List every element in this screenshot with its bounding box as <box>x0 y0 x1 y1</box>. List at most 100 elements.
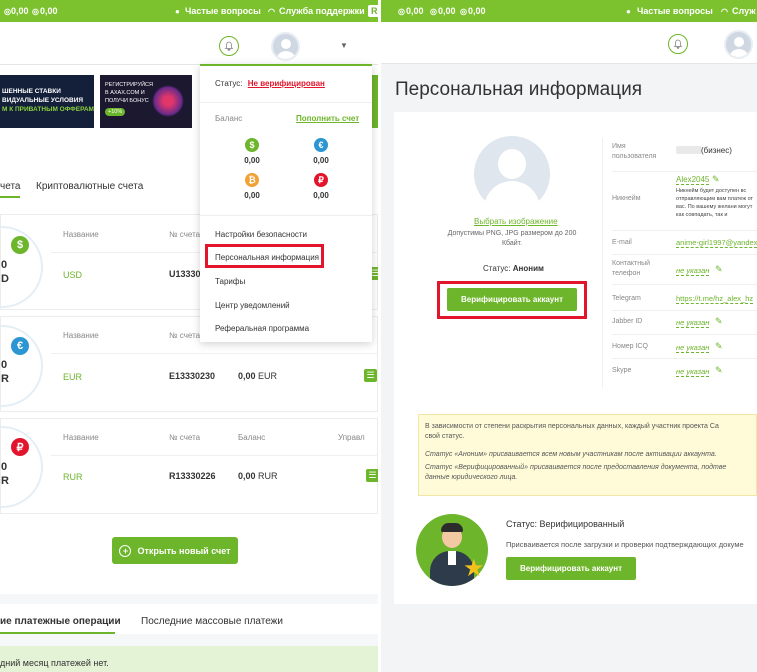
avatar[interactable] <box>271 32 300 61</box>
verify-account-button-2[interactable]: Верифицировать аккаунт <box>506 557 636 580</box>
balance-value: 0,00 <box>313 191 329 200</box>
bottom-tabs: ие платежные операции Последние массовые… <box>0 604 380 634</box>
highlight-box-personal-info <box>205 244 324 268</box>
tab-active-underline <box>0 632 115 634</box>
chevron-down-icon[interactable]: ▼ <box>340 41 348 50</box>
menu-item-security[interactable]: Настройки безопасности <box>215 230 307 239</box>
status-label: Статус: <box>483 264 511 273</box>
field-label: Никнейм <box>612 195 641 202</box>
manage-label: Управл <box>338 433 365 442</box>
status-line: Статус: Аноним <box>483 264 544 273</box>
tab-payment-operations[interactable]: ие платежные операции <box>0 616 121 627</box>
banner-private-offers[interactable]: ШЕННЫЕ СТАВКИ ВИДУАЛЬНЫЕ УСЛОВИЯ М К ПРИ… <box>0 75 94 128</box>
account-side-text: 0 <box>1 259 8 271</box>
tab-accounts[interactable]: чета <box>0 181 20 192</box>
topbar-amount-1: 0,00 <box>406 6 424 16</box>
field-value: не указан <box>676 367 710 377</box>
field-row-nickname: Никнейм Alex2045 ✎ Никнейм будет доступе… <box>612 173 757 231</box>
field-label: Skype <box>612 367 632 374</box>
field-row-phone: Контактный телефон не указан ✎ <box>612 257 757 285</box>
notification-bell-button[interactable] <box>668 34 688 54</box>
profile-photo[interactable] <box>474 136 550 212</box>
status-value: Аноним <box>512 264 544 273</box>
nickname-value: Alex2045 <box>676 175 710 185</box>
status-info-box: В зависимости от степени раскрытия персо… <box>418 414 757 496</box>
cubes-graphic <box>152 85 184 117</box>
info-line: свой статус. <box>425 433 465 440</box>
left-topbar: ◎ 0,00 ◎ 0,00 ● Частые вопросы ◠ Служба … <box>0 0 380 22</box>
account-side-text: R <box>1 373 9 385</box>
bitcoin-icon: ₿ <box>245 173 259 187</box>
info-line: данные юридического лица. <box>425 474 518 481</box>
avatar[interactable] <box>724 30 753 59</box>
status-label: Статус: <box>215 79 243 88</box>
profile-dropdown: Статус: Не верифицирован Баланс Пополнит… <box>200 64 372 342</box>
tab-crypto-accounts[interactable]: Криптовалютные счета <box>36 181 143 192</box>
pencil-icon[interactable]: ✎ <box>715 264 723 275</box>
field-row-jabber: Jabber ID не указан ✎ <box>612 313 757 335</box>
euro-icon: € <box>314 138 328 152</box>
account-number-label: № счета <box>169 230 201 239</box>
balance-label: Баланс <box>215 114 243 123</box>
name-label: Название <box>63 433 99 442</box>
field-value: не указан <box>676 343 710 353</box>
info-verified: Статус «Верифицированный» присваивается … <box>425 464 727 471</box>
field-row-icq: Номер ICQ не указан ✎ <box>612 337 757 359</box>
field-row-skype: Skype не указан ✎ <box>612 361 757 383</box>
account-number-label: № счета <box>169 331 201 340</box>
left-screenshot: ◎ 0,00 ◎ 0,00 ● Частые вопросы ◠ Служба … <box>0 0 380 672</box>
info-line: В зависимости от степени раскрытия персо… <box>425 423 719 430</box>
faq-link[interactable]: Частые вопросы <box>185 6 261 16</box>
account-side-text: R <box>1 475 9 487</box>
right-topbar: ◎ 0,00 ◎ 0,00 ◎ 0,00 ● Частые вопросы ◠ … <box>380 0 757 22</box>
account-menu-button[interactable]: ☰ <box>364 369 377 382</box>
banner-bonus[interactable]: РЕГИСТРИРУЙСЯ В AXAX.COM И ПОЛУЧИ БОНУС … <box>100 75 192 128</box>
field-row-username: Имя пользователя (бизнес) <box>612 142 757 172</box>
ruble-icon: ₽ <box>314 173 328 187</box>
account-number: R13330226 <box>169 471 216 481</box>
field-value: не указан <box>676 266 710 276</box>
account-number: U13330 <box>169 269 201 279</box>
choose-image-link[interactable]: Выбрать изображение <box>474 217 558 226</box>
menu-item-notifications[interactable]: Центр уведомлений <box>215 301 290 310</box>
topup-link[interactable]: Пополнить счет <box>296 114 359 123</box>
menu-item-referral[interactable]: Реферальная программа <box>215 324 309 333</box>
support-link[interactable]: Служба поддержки <box>279 6 365 16</box>
account-name: RUR <box>63 472 83 482</box>
open-account-button[interactable]: + Открыть новый счет <box>112 537 238 564</box>
balance-label: Баланс <box>238 433 266 442</box>
account-name: EUR <box>63 372 83 382</box>
redacted-name <box>676 146 702 154</box>
pencil-icon[interactable]: ✎ <box>715 316 723 327</box>
topbar-amount-2: 0,00 <box>40 6 58 16</box>
balance-value: 0,00 <box>313 156 329 165</box>
menu-item-tariffs[interactable]: Тарифы <box>215 277 245 286</box>
topbar-amount-3: 0,00 <box>468 6 486 16</box>
balance-value: 0,00 <box>244 156 260 165</box>
question-icon: ● <box>175 6 180 16</box>
support-link[interactable]: Служ <box>732 6 756 16</box>
tab-mass-payments[interactable]: Последние массовые платежи <box>141 616 283 627</box>
wallet-icon: ◎ <box>398 6 405 16</box>
headset-icon: ◠ <box>721 6 728 16</box>
field-value: (бизнес) <box>701 146 732 155</box>
verified-status-desc: Присваивается после загрузки и проверки … <box>506 540 744 549</box>
pencil-icon[interactable]: ✎ <box>712 174 720 185</box>
banner-text-3: М К ПРИВАТНЫМ ОФФЕРАМ <box>2 106 94 113</box>
wallet-icon: ◎ <box>430 6 437 16</box>
field-label: Контактный телефон <box>612 260 651 277</box>
faq-link[interactable]: Частые вопросы <box>637 6 713 16</box>
account-name: USD <box>63 270 83 280</box>
headset-icon: ◠ <box>268 6 275 16</box>
status-value[interactable]: Не верифицирован <box>248 79 325 88</box>
right-screenshot: ◎ 0,00 ◎ 0,00 ◎ 0,00 ● Частые вопросы ◠ … <box>380 0 757 672</box>
screenshot-separator <box>378 0 381 672</box>
bell-icon <box>673 39 683 49</box>
notice-text: дний месяц платежей нет. <box>0 658 109 668</box>
bell-icon <box>224 41 234 51</box>
notification-bell-button[interactable] <box>219 36 239 56</box>
pencil-icon[interactable]: ✎ <box>715 365 723 376</box>
no-payments-notice: дний месяц платежей нет. <box>0 646 380 672</box>
pencil-icon[interactable]: ✎ <box>715 341 723 352</box>
field-label: Telegram <box>612 295 641 302</box>
